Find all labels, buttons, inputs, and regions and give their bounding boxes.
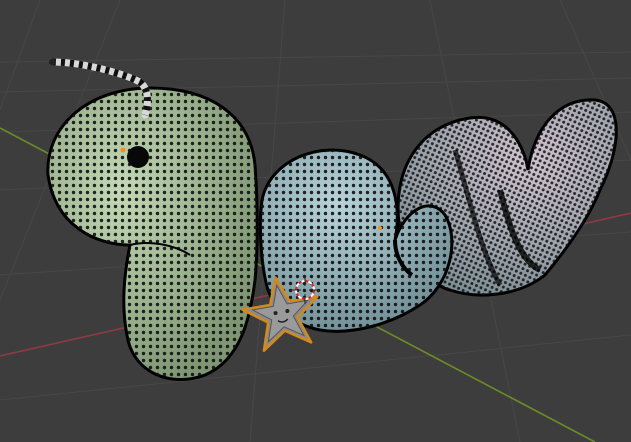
eye [127, 146, 149, 168]
3d-viewport[interactable] [0, 0, 631, 442]
origin-point-icon[interactable] [378, 226, 382, 230]
worm-head[interactable] [46, 86, 259, 381]
viewport-scene[interactable] [0, 0, 631, 442]
origin-point-icon[interactable] [120, 147, 126, 153]
